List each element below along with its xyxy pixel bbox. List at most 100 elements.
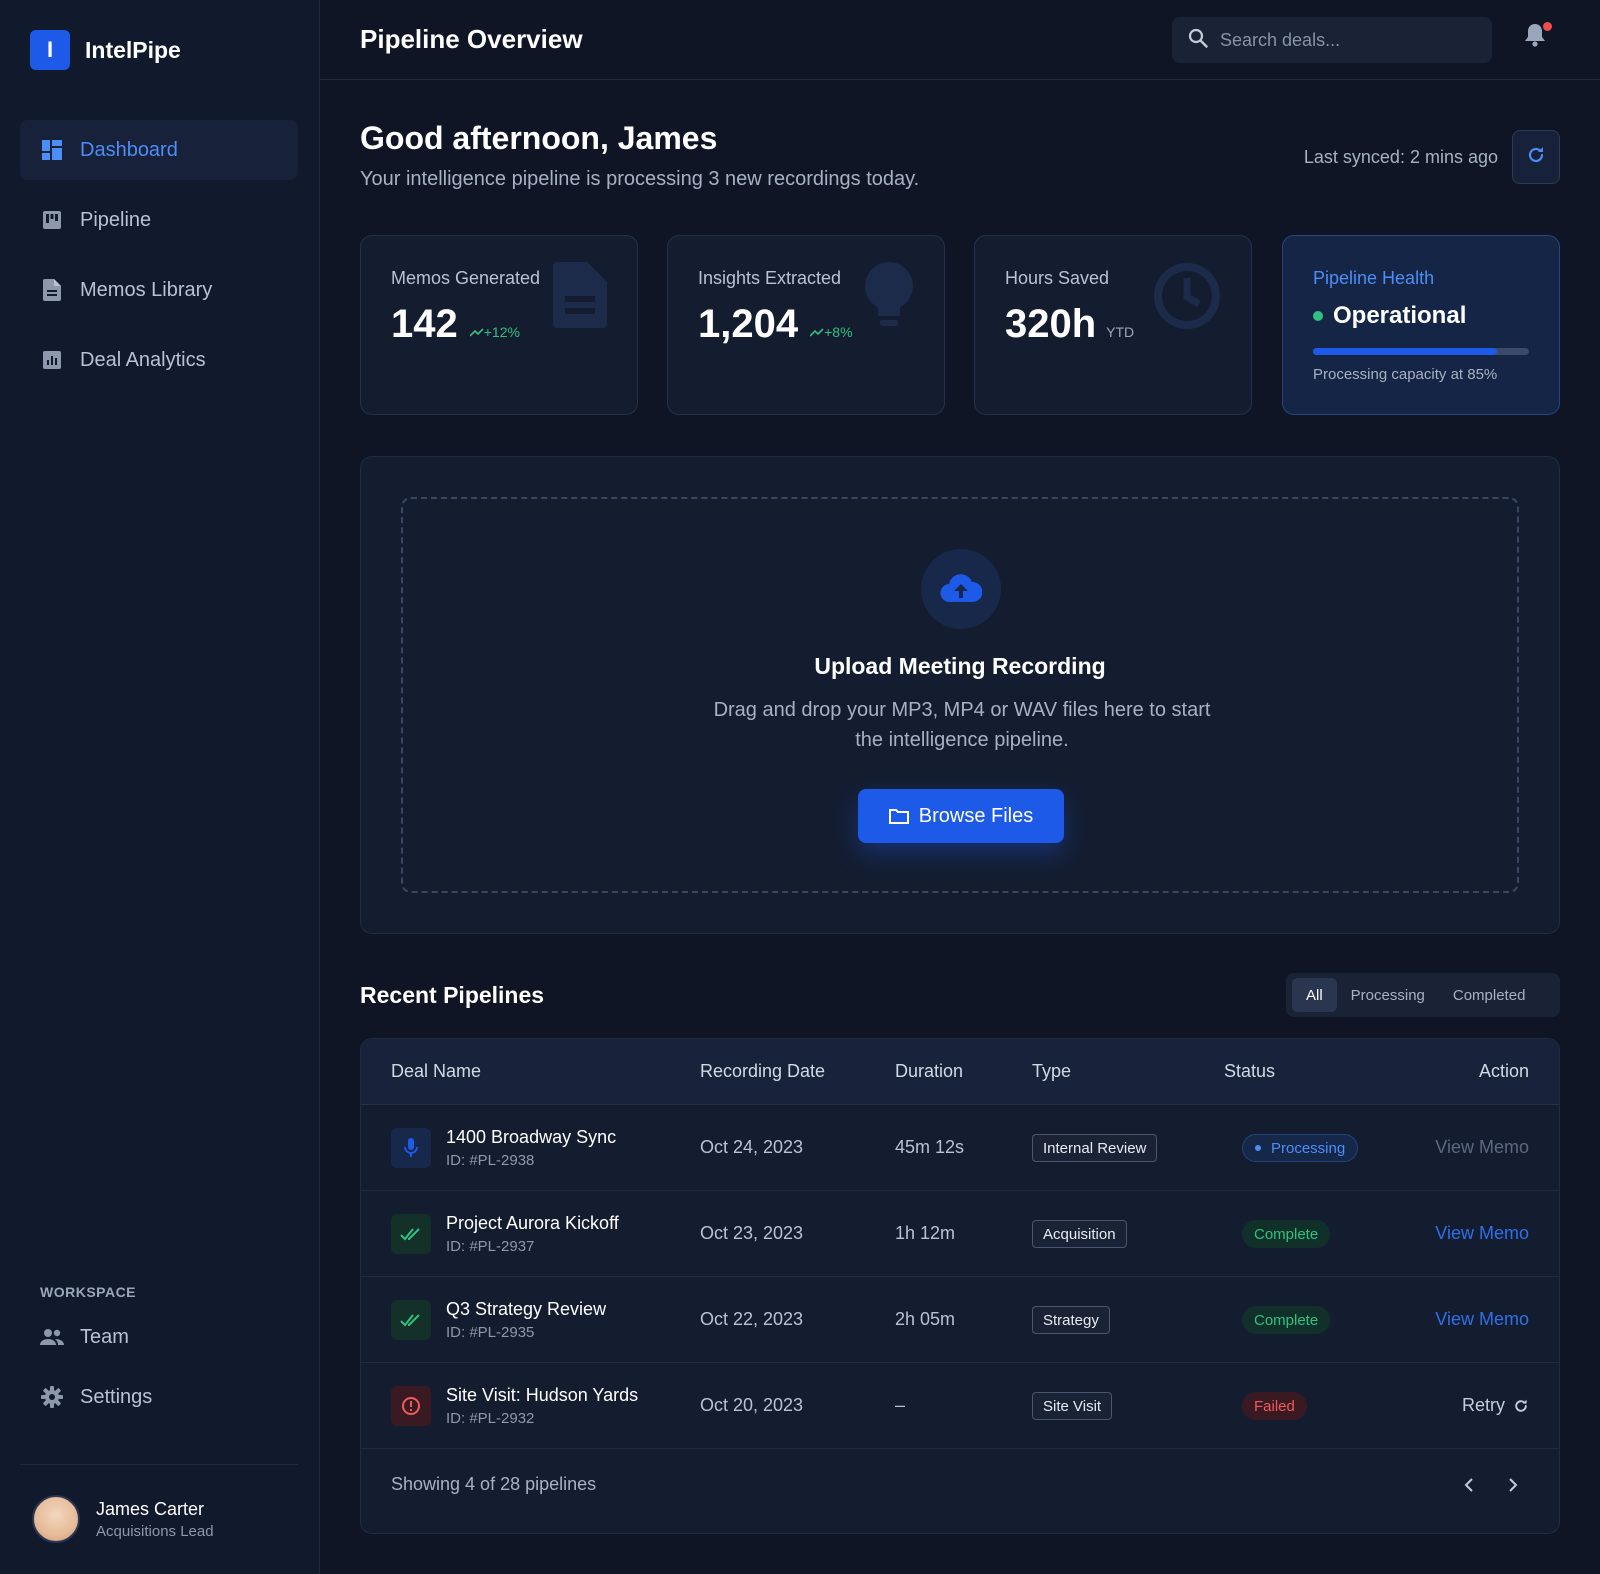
trend-up-icon — [809, 328, 824, 337]
top-bar: Pipeline Overview — [320, 0, 1600, 80]
sidebar-item-settings[interactable]: Settings — [20, 1372, 298, 1422]
capacity-progress-bar — [1313, 348, 1529, 355]
deal-name: Site Visit: Hudson Yards — [446, 1385, 639, 1405]
column-header-type[interactable]: Type — [1032, 1061, 1071, 1082]
error-icon — [391, 1386, 431, 1426]
sidebar-item-deal-analytics[interactable]: Deal Analytics — [20, 330, 298, 390]
browse-files-label: Browse Files — [918, 804, 1034, 827]
sidebar-item-team[interactable]: Team — [20, 1312, 298, 1362]
browse-files-button[interactable]: Browse Files — [858, 789, 1064, 843]
team-icon — [40, 1325, 64, 1349]
sidebar-nav: Dashboard Pipeline Memos Library Deal An… — [20, 120, 298, 400]
filter-all[interactable]: All — [1292, 978, 1337, 1012]
user-name: James Carter — [96, 1498, 205, 1519]
app-name: IntelPipe — [85, 36, 181, 63]
prev-page-button[interactable] — [1457, 1473, 1481, 1497]
deal-id: ID: #PL-2932 — [446, 1410, 535, 1427]
stat-delta-value: +8% — [824, 324, 853, 340]
search-box[interactable] — [1172, 17, 1492, 63]
workspace-heading: WORKSPACE — [40, 1284, 137, 1300]
last-synced-text: Last synced: 2 mins ago — [1303, 147, 1498, 167]
next-page-button[interactable] — [1501, 1473, 1525, 1497]
search-input[interactable] — [1220, 29, 1470, 51]
pagination-summary: Showing 4 of 28 pipelines — [391, 1474, 597, 1494]
pipeline-icon — [40, 208, 64, 232]
status-filter-group: All Processing Completed — [1286, 973, 1560, 1017]
lightbulb-icon — [864, 262, 914, 337]
sidebar-item-pipeline[interactable]: Pipeline — [20, 190, 298, 250]
user-profile[interactable]: James Carter Acquisitions Lead — [20, 1464, 298, 1543]
duration: 1h 12m — [895, 1223, 956, 1243]
view-memo-link-disabled: View Memo — [1435, 1137, 1529, 1157]
table-row[interactable]: Project Aurora Kickoff ID: #PL-2937 Oct … — [361, 1191, 1559, 1277]
notification-dot — [1543, 22, 1552, 31]
status-dot — [1255, 1145, 1261, 1151]
sidebar-item-label: Team — [80, 1325, 129, 1348]
upload-dropzone[interactable]: Upload Meeting Recording Drag and drop y… — [401, 497, 1519, 893]
type-tag: Acquisition — [1032, 1220, 1127, 1248]
microphone-icon — [391, 1128, 431, 1168]
table-footer: Showing 4 of 28 pipelines — [361, 1443, 1559, 1533]
refresh-button[interactable] — [1512, 130, 1560, 184]
cloud-upload-icon — [921, 549, 1001, 629]
capacity-note: Processing capacity at 85% — [1313, 366, 1498, 383]
retry-label: Retry — [1461, 1395, 1505, 1415]
clock-icon — [1153, 262, 1221, 335]
table-row[interactable]: Site Visit: Hudson Yards ID: #PL-2932 Oc… — [361, 1363, 1559, 1449]
view-memo-link[interactable]: View Memo — [1435, 1223, 1529, 1244]
notifications-button[interactable] — [1524, 22, 1554, 52]
greeting-title: Good afternoon, James — [360, 120, 718, 156]
refresh-icon — [1515, 1399, 1527, 1412]
table-row[interactable]: Q3 Strategy Review ID: #PL-2935 Oct 22, … — [361, 1277, 1559, 1363]
app-logo: I — [30, 30, 70, 70]
duration: 45m 12s — [895, 1137, 965, 1157]
health-status: Operational — [1313, 302, 1466, 330]
status-badge: Failed — [1242, 1392, 1307, 1420]
page-title: Pipeline Overview — [360, 24, 583, 54]
table-row[interactable]: 1400 Broadway Sync ID: #PL-2938 Oct 24, … — [361, 1105, 1559, 1191]
filter-processing[interactable]: Processing — [1337, 978, 1439, 1012]
double-check-icon — [391, 1300, 431, 1340]
brand[interactable]: I IntelPipe — [30, 30, 181, 70]
stat-delta-value: +12% — [483, 324, 520, 340]
trend-up-icon — [469, 328, 484, 337]
sidebar-item-label: Pipeline — [80, 208, 152, 231]
deal-name: Project Aurora Kickoff — [446, 1213, 619, 1233]
column-header-status[interactable]: Status — [1224, 1061, 1275, 1082]
stat-value: 142 +12% — [391, 302, 520, 347]
search-icon — [1188, 28, 1208, 53]
sidebar-item-label: Dashboard — [80, 138, 178, 161]
health-status-text: Operational — [1333, 302, 1467, 329]
stat-value: 1,204 +8% — [698, 302, 853, 347]
column-header-action: Action — [1478, 1061, 1529, 1081]
stat-unit: YTD — [1106, 324, 1135, 340]
gear-icon — [40, 1385, 64, 1409]
analytics-icon — [40, 348, 64, 372]
retry-button[interactable]: Retry — [1462, 1395, 1529, 1416]
column-header-recording-date[interactable]: Recording Date — [700, 1061, 825, 1082]
workspace-nav: Team Settings — [20, 1312, 298, 1432]
stat-number: 320h — [1005, 302, 1097, 346]
recording-date: Oct 20, 2023 — [700, 1395, 804, 1415]
deal-id: ID: #PL-2937 — [446, 1238, 535, 1255]
column-header-duration[interactable]: Duration — [895, 1061, 963, 1082]
view-memo-link[interactable]: View Memo — [1435, 1309, 1529, 1330]
deal-name: 1400 Broadway Sync — [446, 1127, 617, 1147]
recording-date: Oct 22, 2023 — [700, 1309, 804, 1329]
chevron-left-icon — [1464, 1478, 1473, 1492]
sidebar-item-label: Memos Library — [80, 278, 213, 301]
bell-icon — [1524, 24, 1546, 52]
filter-completed[interactable]: Completed — [1439, 978, 1540, 1012]
capacity-progress-fill — [1313, 348, 1497, 355]
sidebar-item-memos-library[interactable]: Memos Library — [20, 260, 298, 320]
column-header-deal-name[interactable]: Deal Name — [391, 1061, 481, 1082]
stat-label: Insights Extracted — [698, 268, 842, 288]
dashboard-icon — [40, 138, 64, 162]
sidebar-item-dashboard[interactable]: Dashboard — [20, 120, 298, 180]
type-tag: Internal Review — [1032, 1134, 1158, 1162]
duration: 2h 05m — [895, 1309, 956, 1329]
stat-delta: +8% — [809, 324, 853, 340]
document-icon — [40, 278, 64, 302]
sidebar-item-label: Settings — [80, 1385, 153, 1408]
pipelines-table: Deal Name Recording Date Duration Type S… — [360, 1038, 1560, 1534]
